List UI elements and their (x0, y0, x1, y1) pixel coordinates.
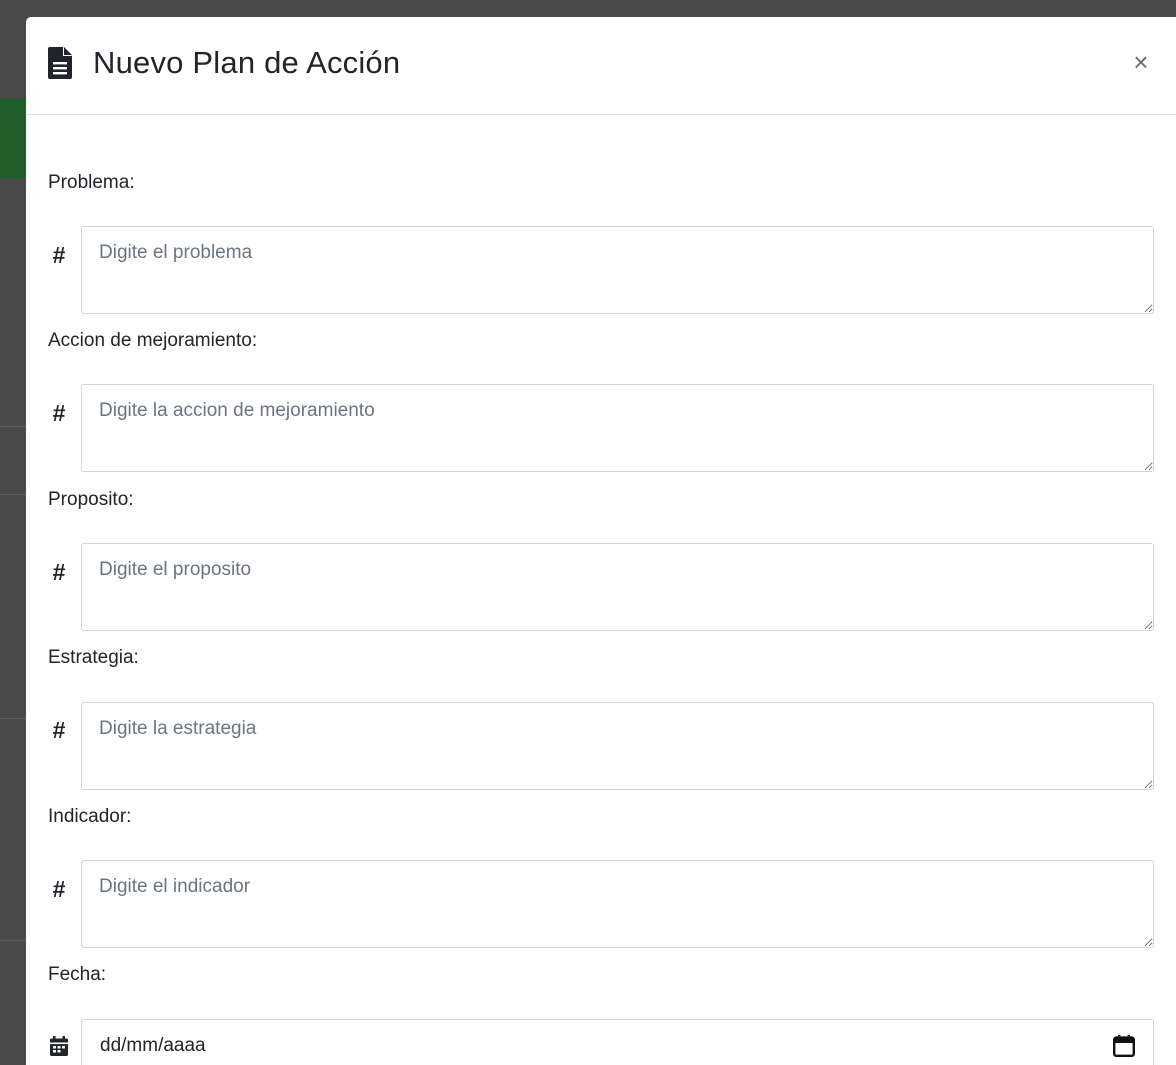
purpose-label: Proposito: (48, 489, 134, 510)
modal-header: Nuevo Plan de Acción × (26, 17, 1176, 115)
problem-input[interactable] (81, 226, 1154, 314)
purpose-input[interactable] (81, 543, 1154, 631)
hash-icon: # (52, 717, 66, 743)
background-divider (0, 940, 26, 941)
modal-title: Nuevo Plan de Acción (93, 45, 401, 80)
close-button[interactable]: × (1126, 45, 1156, 79)
hash-icon: # (52, 876, 66, 902)
improvement-action-input[interactable] (81, 384, 1154, 472)
hash-icon: # (52, 559, 66, 585)
strategy-input[interactable] (81, 702, 1154, 790)
date-input[interactable]: dd/mm/aaaa (81, 1019, 1154, 1065)
background-page-strip (0, 98, 26, 178)
problem-label: Problema: (48, 172, 135, 193)
date-input-placeholder: dd/mm/aaaa (100, 1035, 206, 1056)
calendar-picker-icon[interactable] (1113, 1035, 1135, 1057)
hash-icon: # (52, 242, 66, 268)
hash-icon: # (52, 400, 66, 426)
indicator-input[interactable] (81, 860, 1154, 948)
background-divider (0, 494, 26, 495)
new-action-plan-modal: Nuevo Plan de Acción × Problema: # Accio… (26, 17, 1176, 1065)
indicator-label: Indicador: (48, 806, 132, 827)
strategy-label: Estrategia: (48, 647, 139, 668)
file-alt-icon (48, 47, 72, 79)
calendar-icon (50, 1036, 68, 1056)
background-divider (0, 426, 26, 427)
background-divider (0, 718, 26, 719)
date-label: Fecha: (48, 964, 107, 985)
improvement-action-label: Accion de mejoramiento: (48, 330, 258, 351)
